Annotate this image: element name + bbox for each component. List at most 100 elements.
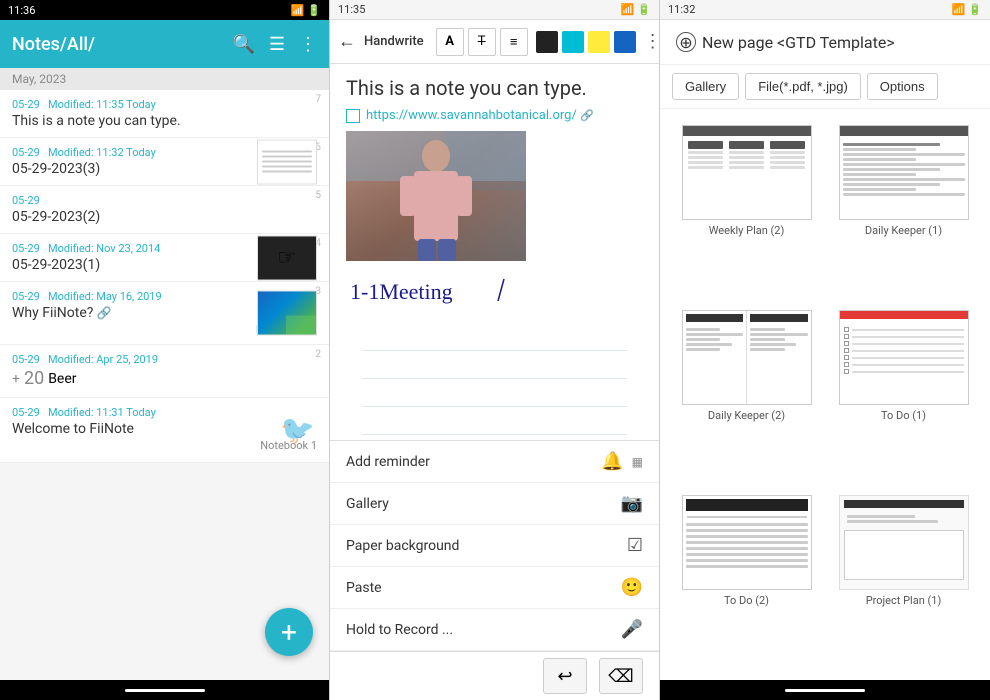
note-sub: Notebook 1 bbox=[12, 439, 317, 452]
status-icons-2: 📶 🔋 bbox=[621, 3, 651, 16]
notes-title: Notes/All/ bbox=[12, 34, 232, 55]
note-thumbnail bbox=[257, 139, 317, 184]
status-time-1: 11:36 bbox=[8, 4, 35, 17]
template-name: To Do (1) bbox=[881, 409, 926, 422]
context-hold-record[interactable]: Hold to Record ... 🎤 bbox=[330, 609, 659, 651]
editor-toolbar: ← Handwrite A T ≡ ⋮ bbox=[330, 20, 659, 64]
note-meta: 05-29 Modified: 11:35 Today bbox=[12, 98, 317, 111]
tab-options[interactable]: Options bbox=[867, 73, 938, 100]
color-swatches bbox=[536, 31, 636, 53]
color-cyan[interactable] bbox=[562, 31, 584, 53]
template-weekly-plan[interactable]: Weekly Plan (2) bbox=[668, 117, 825, 302]
template-daily-keeper-2[interactable]: Daily Keeper (2) bbox=[668, 302, 825, 487]
camera-icon: 📷 bbox=[621, 493, 643, 514]
color-black[interactable] bbox=[536, 31, 558, 53]
note-checkbox[interactable] bbox=[346, 109, 360, 123]
template-preview-daily2 bbox=[682, 310, 812, 405]
format-a-button[interactable]: A bbox=[436, 28, 464, 56]
search-icon[interactable]: 🔍 bbox=[232, 34, 254, 55]
tab-file[interactable]: File(*.pdf, *.jpg) bbox=[745, 73, 861, 100]
note-thumbnail: ☞ bbox=[257, 235, 317, 280]
template-tabs: Gallery File(*.pdf, *.jpg) Options bbox=[660, 65, 990, 109]
context-paste[interactable]: Paste 🙂 bbox=[330, 567, 659, 609]
more-options-button[interactable]: ⋮ bbox=[644, 31, 660, 52]
note-modified: Modified: 11:35 Today bbox=[48, 98, 156, 111]
back-button[interactable]: ← bbox=[338, 31, 356, 52]
undo-button[interactable]: ↩ bbox=[543, 658, 587, 694]
notes-list-panel: 11:36 📶 🔋 Notes/All/ 🔍 ☰ ⋮ May, 2023 05-… bbox=[0, 0, 330, 700]
context-paper-background[interactable]: Paper background ☑ bbox=[330, 525, 659, 567]
list-item[interactable]: 05-29 05-29-2023(2) 5 bbox=[0, 186, 329, 234]
bottom-bar-1 bbox=[0, 680, 329, 700]
template-name: Daily Keeper (2) bbox=[708, 409, 785, 422]
format-strikethrough-button[interactable]: T bbox=[468, 28, 496, 56]
context-add-reminder[interactable]: Add reminder 🔔 ▦ bbox=[330, 441, 659, 483]
list-item[interactable]: 05-29 Modified: May 16, 2019 Why FiiNote… bbox=[0, 282, 329, 345]
list-item[interactable]: 05-29 Modified: 11:35 Today This is a no… bbox=[0, 90, 329, 138]
more-icon[interactable]: ⋮ bbox=[299, 34, 317, 55]
note-meta: 05-29 Modified: 11:31 Today bbox=[12, 406, 317, 419]
template-title-text: New page <GTD Template> bbox=[702, 33, 895, 52]
nav-indicator bbox=[785, 689, 865, 692]
qr-icon: ▦ bbox=[632, 455, 643, 469]
tab-gallery[interactable]: Gallery bbox=[672, 73, 739, 100]
note-meta: 05-29 Modified: Apr 25, 2019 bbox=[12, 353, 317, 366]
list-item[interactable]: 05-29 Modified: Nov 23, 2014 05-29-2023(… bbox=[0, 234, 329, 282]
editor-panel: 11:35 📶 🔋 ← Handwrite A T ≡ ⋮ This is a … bbox=[330, 0, 660, 700]
status-icons-1: 📶 🔋 bbox=[291, 4, 321, 17]
note-meta: 05-29 bbox=[12, 194, 317, 207]
bird-icon: 🐦 bbox=[280, 414, 315, 447]
note-date: 05-29 bbox=[12, 406, 40, 419]
note-title: + 20 Beer bbox=[12, 368, 317, 389]
template-daily-keeper-1[interactable]: Daily Keeper (1) bbox=[825, 117, 982, 302]
template-preview-todo2 bbox=[682, 495, 812, 590]
template-project-plan[interactable]: Project Plan (1) bbox=[825, 487, 982, 672]
note-heading[interactable]: This is a note you can type. bbox=[346, 76, 643, 100]
header-icons: 🔍 ☰ ⋮ bbox=[232, 34, 317, 55]
template-preview-daily1 bbox=[839, 125, 969, 220]
context-gallery[interactable]: Gallery 📷 bbox=[330, 483, 659, 525]
color-blue[interactable] bbox=[614, 31, 636, 53]
template-name: Weekly Plan (2) bbox=[709, 224, 785, 237]
note-date: 05-29 bbox=[12, 98, 40, 111]
template-preview-blank bbox=[839, 495, 969, 590]
note-modified: Modified: Nov 23, 2014 bbox=[48, 242, 160, 255]
delete-button[interactable]: ⌫ bbox=[599, 658, 643, 694]
note-link[interactable]: https://www.savannahbotanical.org/ 🔗 bbox=[366, 108, 594, 123]
context-menu: Add reminder 🔔 ▦ Gallery 📷 Paper backgro… bbox=[330, 440, 659, 700]
context-label: Gallery bbox=[346, 496, 621, 512]
color-yellow[interactable] bbox=[588, 31, 610, 53]
note-date: 05-29 bbox=[12, 290, 40, 303]
checkbox-icon: ☑ bbox=[627, 535, 643, 556]
sort-icon[interactable]: ☰ bbox=[269, 34, 285, 55]
microphone-icon: 🎤 bbox=[621, 619, 643, 640]
notes-header: Notes/All/ 🔍 ☰ ⋮ bbox=[0, 20, 329, 68]
status-time-3: 11:32 bbox=[668, 3, 695, 16]
template-title: ⊕ New page <GTD Template> bbox=[676, 32, 974, 52]
note-date: 05-29 bbox=[12, 146, 40, 159]
template-todo-1[interactable]: To Do (1) bbox=[825, 302, 982, 487]
fab-add-button[interactable]: + bbox=[265, 608, 313, 656]
template-name: Daily Keeper (1) bbox=[865, 224, 942, 237]
checkbox-row: https://www.savannahbotanical.org/ 🔗 bbox=[346, 108, 643, 123]
list-item[interactable]: 05-29 Modified: 11:32 Today 05-29-2023(3… bbox=[0, 138, 329, 186]
status-bar-3: 11:32 📶 🔋 bbox=[660, 0, 990, 20]
note-modified: Modified: 11:31 Today bbox=[48, 406, 156, 419]
reminder-icon: 🔔 bbox=[601, 451, 623, 472]
template-todo-2[interactable]: To Do (2) bbox=[668, 487, 825, 672]
svg-text:1-1Meeting: 1-1Meeting bbox=[350, 279, 453, 304]
context-label: Hold to Record ... bbox=[346, 622, 621, 638]
format-buttons: A T ≡ bbox=[436, 28, 528, 56]
note-title: This is a note you can type. bbox=[12, 113, 317, 129]
list-item[interactable]: 05-29 Modified: Apr 25, 2019 + 20 Beer 2 bbox=[0, 345, 329, 398]
templates-panel: 11:32 📶 🔋 ⊕ New page <GTD Template> Gall… bbox=[660, 0, 990, 700]
template-preview-todo1 bbox=[839, 310, 969, 405]
bottom-bar-3 bbox=[660, 680, 990, 700]
list-item[interactable]: 05-29 Modified: 11:31 Today Welcome to F… bbox=[0, 398, 329, 463]
circle-plus-icon: ⊕ bbox=[676, 32, 696, 52]
paste-icon: 🙂 bbox=[621, 577, 643, 598]
format-align-button[interactable]: ≡ bbox=[500, 28, 528, 56]
ruled-lines bbox=[346, 323, 643, 435]
template-grid: Weekly Plan (2) bbox=[660, 109, 990, 680]
handwriting[interactable]: 1-1Meeting bbox=[346, 269, 643, 315]
